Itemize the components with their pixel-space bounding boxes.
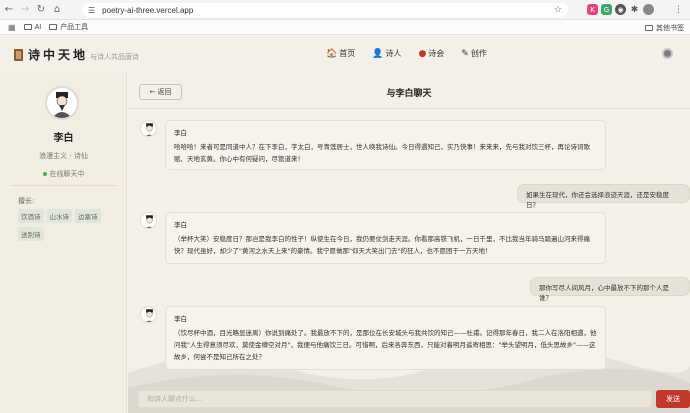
- poet-message-avatar: [140, 212, 157, 229]
- address-bar[interactable]: ☰ poetry-ai-three.vercel.app ☆: [82, 3, 568, 17]
- bookmark-folder-ai[interactable]: AI: [23, 23, 42, 31]
- nav-label: 诗会: [428, 49, 445, 58]
- poet-message: 李白 （举杯大笑）安稳度日？那岂是我李白的性子！纵使生在今日，我仍要仗剑走天涯。…: [165, 212, 606, 264]
- message-author: 李白: [174, 315, 187, 323]
- message-text: 哈哈哈！来者可是同道中人？在下李白，字太白，号青莲居士，世人唤我诗仙。今日得遇知…: [174, 143, 590, 163]
- nav-label: 创作: [470, 49, 487, 58]
- user-message: 如果生在现代，你还会选择浪迹天涯，还是安稳度日？: [517, 184, 690, 209]
- bookmark-label: 产品工具: [60, 24, 89, 31]
- back-arrow-icon[interactable]: ←: [2, 3, 16, 17]
- send-button[interactable]: 发送: [656, 390, 690, 408]
- poet-message: 李白 哈哈哈！来者可是同道中人？在下李白，字太白，号青莲居士，世人唤我诗仙。今日…: [165, 120, 606, 170]
- nav-poetry-club[interactable]: ● 诗会: [418, 48, 444, 59]
- divider: [128, 108, 690, 109]
- poet-message: 李白 （饮尽杯中酒，目光略显迷离）你说到痛处了。我最放不下的，是那位在长安城头与…: [165, 306, 606, 370]
- message-text: 那你写尽人间风月，心中最放不下的那个人是谁？: [539, 284, 669, 302]
- bookmark-label: AI: [34, 23, 42, 31]
- kagi-icon[interactable]: K: [587, 4, 598, 15]
- input-placeholder: 和诗人聊点什么...: [147, 395, 203, 403]
- folder-icon: [645, 25, 653, 31]
- user-message: 那你写尽人间风月，心中最放不下的那个人是谁？: [530, 277, 690, 302]
- skill-tag: 饮酒诗: [18, 209, 44, 223]
- nav-create[interactable]: ✎ 创作: [461, 48, 487, 59]
- skill-tag: 边塞诗: [75, 209, 101, 223]
- bookmark-star-icon[interactable]: ☆: [554, 5, 562, 15]
- skill-tag: 山水诗: [46, 209, 72, 223]
- poet-message-avatar: [140, 306, 157, 323]
- other-bookmarks-label: 其他书签: [656, 25, 684, 32]
- github-icon[interactable]: ◉: [615, 4, 626, 15]
- chat-title: 与李白聊天: [386, 89, 432, 99]
- nav-home[interactable]: 🏠 首页: [326, 48, 355, 59]
- main-nav: 🏠 首页 👤 诗人 ● 诗会 ✎ 创作: [326, 48, 504, 59]
- message-text: （饮尽杯中酒，目光略显迷离）你说到痛处了。我最放不下的，是那位在长安城头与我共饮…: [174, 329, 597, 361]
- site-logo[interactable]: 诗中天地: [14, 46, 88, 63]
- grammarly-icon[interactable]: G: [601, 4, 612, 15]
- profile-icon[interactable]: [643, 4, 654, 15]
- chat-panel: ← 返回 与李白聊天 李白 哈哈哈！来者可是同道中人？在下李白，字太白，号青莲居…: [128, 72, 690, 413]
- poet-name: 李白: [53, 133, 74, 144]
- bookmark-folder-tools[interactable]: 产品工具: [49, 22, 88, 32]
- online-status: 在线聊天中: [0, 169, 127, 179]
- skills-label: 擅长:: [18, 197, 35, 205]
- url-text: poetry-ai-three.vercel.app: [102, 5, 194, 15]
- poet-icon: 👤: [372, 48, 384, 59]
- bookmarks-bar: ▦ AI 产品工具 其他书签: [0, 20, 690, 35]
- bookmarks-apps-icon[interactable]: ▦: [8, 23, 16, 32]
- online-dot-icon: [42, 172, 47, 176]
- poet-message-avatar: [140, 120, 157, 137]
- home-icon: 🏠: [326, 48, 338, 59]
- logo-text: 诗中天地: [28, 48, 89, 62]
- message-author: 李白: [174, 129, 187, 137]
- folder-icon: [23, 24, 32, 30]
- poet-avatar: [45, 86, 79, 120]
- message-text: （举杯大笑）安稳度日？那岂是我李白的性子！纵使生在今日，我仍要仗剑走天涯。你看那…: [174, 235, 590, 255]
- poet-profile-sidebar: 李白 浪漫主义 · 诗仙 在线聊天中 擅长: 饮酒诗 山水诗 边塞诗 送别诗: [0, 72, 127, 413]
- nav-poets[interactable]: 👤 诗人: [372, 48, 401, 59]
- home-icon[interactable]: ⌂: [50, 3, 64, 17]
- status-text: 在线聊天中: [49, 170, 85, 178]
- extension-icon[interactable]: ✱: [629, 4, 640, 15]
- poet-style: 浪漫主义 · 诗仙: [39, 152, 88, 160]
- lantern-icon: ●: [418, 48, 427, 59]
- reload-icon[interactable]: ↻: [34, 3, 48, 17]
- skill-tag: 送别诗: [18, 227, 44, 241]
- app-header: 诗中天地 与诗人共品唐诗 🏠 首页 👤 诗人 ● 诗会 ✎ 创作: [0, 36, 690, 72]
- skill-tags: 饮酒诗 山水诗 边塞诗 送别诗: [18, 209, 118, 245]
- chat-input[interactable]: 和诗人聊点什么...: [138, 390, 652, 408]
- forward-arrow-icon[interactable]: →: [18, 3, 32, 17]
- nav-label: 首页: [339, 49, 356, 58]
- browser-toolbar: ← → ↻ ⌂ ☰ poetry-ai-three.vercel.app ☆ K…: [0, 0, 690, 20]
- other-bookmarks[interactable]: 其他书签: [645, 23, 684, 33]
- site-settings-icon[interactable]: ☰: [88, 6, 95, 15]
- menu-icon[interactable]: ⋮: [673, 4, 684, 15]
- tagline: 与诗人共品唐诗: [90, 53, 139, 61]
- book-icon: [14, 48, 23, 61]
- nav-label: 诗人: [385, 49, 402, 58]
- brush-icon: ✎: [461, 48, 469, 59]
- message-author: 李白: [174, 221, 187, 229]
- message-text: 如果生在现代，你还会选择浪迹天涯，还是安稳度日？: [526, 191, 669, 209]
- divider: [10, 185, 116, 186]
- settings-icon[interactable]: [662, 48, 673, 59]
- folder-icon: [49, 24, 58, 30]
